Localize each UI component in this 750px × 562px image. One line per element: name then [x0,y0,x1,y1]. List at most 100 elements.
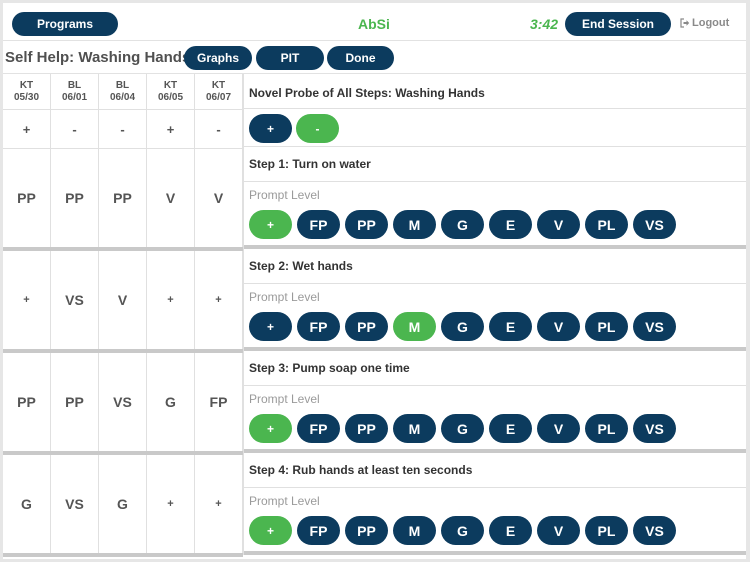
prompt-level-area: Prompt Level + FP PP M G E V PL VS [244,386,746,449]
prompt-v-button[interactable]: V [537,312,580,341]
program-title-bar: Self Help: Washing Hands Graphs PIT Done [3,41,746,74]
prompt-vs-button[interactable]: VS [633,210,676,239]
pit-button[interactable]: PIT [256,46,324,70]
prompt-plus-button[interactable]: + [249,312,292,341]
step-history-cell: + [195,251,243,349]
prompt-m-button[interactable]: M [393,210,436,239]
step-title: Step 2: Wet hands [244,249,746,284]
end-session-button[interactable]: End Session [565,12,671,36]
step-history-cell: VS [51,455,99,553]
prompt-vs-button[interactable]: VS [633,516,676,545]
step-history-cell: PP [99,149,147,247]
graphs-button[interactable]: Graphs [184,46,252,70]
probe-history-cell: + [3,110,51,148]
probe-title: Novel Probe of All Steps: Washing Hands [244,74,746,109]
program-title: Self Help: Washing Hands [5,49,191,66]
prompt-g-button[interactable]: G [441,312,484,341]
prompt-plus-button[interactable]: + [249,516,292,545]
prompt-m-button[interactable]: M [393,312,436,341]
session-type: BL [67,79,82,91]
prompt-g-button[interactable]: G [441,210,484,239]
session-type: KT [211,79,226,91]
probe-options: + - [244,109,746,147]
prompt-level-buttons: + FP PP M G E V PL VS [249,210,746,239]
step-title: Step 3: Pump soap one time [244,351,746,386]
session-type: BL [115,79,130,91]
prompt-fp-button[interactable]: FP [297,414,340,443]
step-history-cell: PP [51,353,99,451]
step-history-row: PP PP VS G FP [3,353,243,455]
prompt-pl-button[interactable]: PL [585,210,628,239]
session-date: 06/05 [157,91,184,103]
sign-out-icon [680,18,690,28]
step-history-cell: G [99,455,147,553]
step-history-cell: VS [51,251,99,349]
step-history-row: + VS V + + [3,251,243,353]
prompt-fp-button[interactable]: FP [297,210,340,239]
prompt-plus-button[interactable]: + [249,414,292,443]
probe-history-cell: + [147,110,195,148]
prompt-e-button[interactable]: E [489,414,532,443]
session-date: 06/04 [109,91,136,103]
session-header-cell: KT 06/05 [147,74,195,109]
prompt-g-button[interactable]: G [441,516,484,545]
prompt-vs-button[interactable]: VS [633,414,676,443]
session-history-table: KT 05/30 BL 06/01 BL 06/04 KT 06/05 KT 06/07 + - - +… [3,74,243,557]
step-history-cell: + [147,251,195,349]
prompt-fp-button[interactable]: FP [297,312,340,341]
prompt-g-button[interactable]: G [441,414,484,443]
prompt-v-button[interactable]: V [537,414,580,443]
prompt-pl-button[interactable]: PL [585,516,628,545]
session-header-cell: BL 06/01 [51,74,99,109]
session-header-row: KT 05/30 BL 06/01 BL 06/04 KT 06/05 KT 06/07 [3,74,243,110]
session-header-cell: BL 06/04 [99,74,147,109]
logout-link[interactable]: Logout [680,17,729,29]
prompt-pp-button[interactable]: PP [345,210,388,239]
probe-history-cell: - [99,110,147,148]
prompt-v-button[interactable]: V [537,516,580,545]
data-entry-panel: Novel Probe of All Steps: Washing Hands … [243,74,746,555]
step-history-cell: G [3,455,51,553]
prompt-level-area: Prompt Level + FP PP M G E V PL VS [244,284,746,347]
app-frame: Programs AbSi 3:42 End Session Logout Se… [3,3,746,559]
done-button[interactable]: Done [327,46,394,70]
prompt-level-label: Prompt Level [249,290,320,304]
probe-plus-button[interactable]: + [249,114,292,143]
step-history-cell: V [147,149,195,247]
prompt-e-button[interactable]: E [489,210,532,239]
prompt-level-area: Prompt Level + FP PP M G E V PL VS [244,488,746,551]
top-bar: Programs AbSi 3:42 End Session Logout [3,3,746,41]
prompt-pp-button[interactable]: PP [345,414,388,443]
prompt-e-button[interactable]: E [489,312,532,341]
prompt-pp-button[interactable]: PP [345,516,388,545]
prompt-level-buttons: + FP PP M G E V PL VS [249,312,746,341]
prompt-plus-button[interactable]: + [249,210,292,239]
prompt-level-buttons: + FP PP M G E V PL VS [249,414,746,443]
probe-minus-button[interactable]: - [296,114,339,143]
probe-history-cell: - [51,110,99,148]
step-history-cell: PP [3,353,51,451]
session-date: 05/30 [13,91,40,103]
step-history-cell: + [3,251,51,349]
step-history-cell: PP [51,149,99,247]
probe-history-cell: - [195,110,243,148]
probe-history-row: + - - + - [3,110,243,149]
prompt-v-button[interactable]: V [537,210,580,239]
prompt-e-button[interactable]: E [489,516,532,545]
prompt-fp-button[interactable]: FP [297,516,340,545]
session-timer: 3:42 [530,16,559,32]
prompt-pl-button[interactable]: PL [585,414,628,443]
session-type: KT [163,79,178,91]
session-type: KT [19,79,34,91]
prompt-m-button[interactable]: M [393,414,436,443]
step-history-cell: VS [99,353,147,451]
step-title: Step 1: Turn on water [244,147,746,182]
step-history-cell: + [147,455,195,553]
programs-button[interactable]: Programs [12,12,118,36]
prompt-vs-button[interactable]: VS [633,312,676,341]
prompt-pl-button[interactable]: PL [585,312,628,341]
step-entry: Step 3: Pump soap one time Prompt Level + F… [244,351,746,453]
session-header-cell: KT 05/30 [3,74,51,109]
prompt-pp-button[interactable]: PP [345,312,388,341]
prompt-m-button[interactable]: M [393,516,436,545]
